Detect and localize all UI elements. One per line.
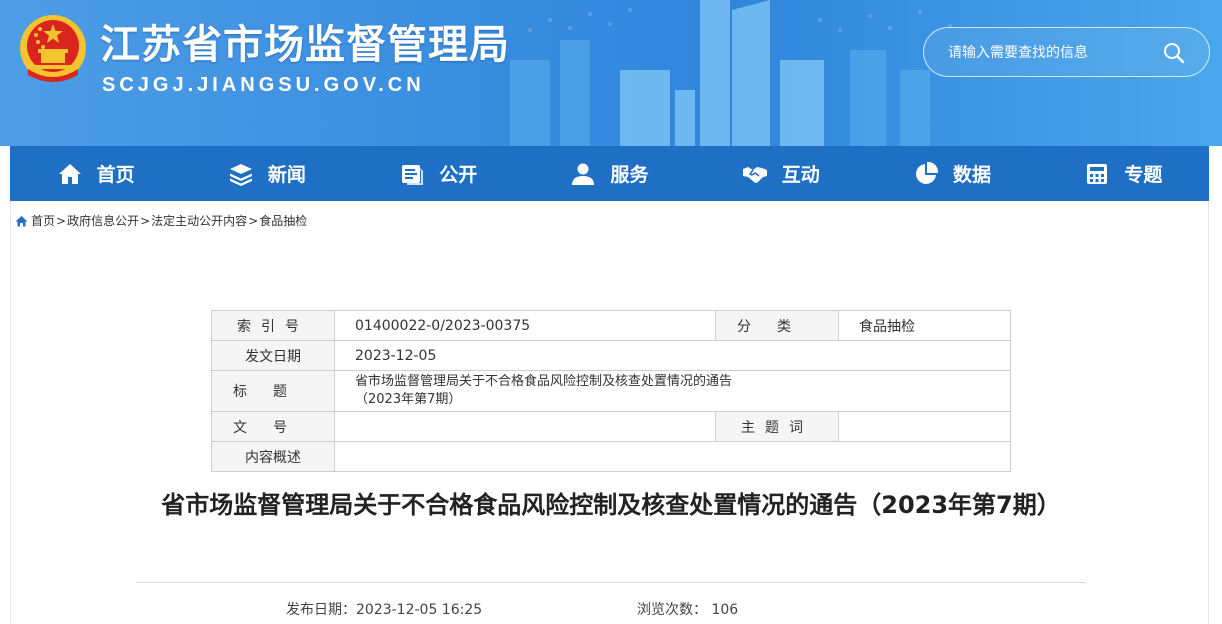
national-emblem-icon xyxy=(20,15,86,82)
content-area: 首页 > 政府信息公开 > 法定主动公开内容 > 食品抽检 索引号 014000… xyxy=(10,201,1209,624)
meta-docno-label: 文号 xyxy=(211,411,335,442)
nav-label: 公开 xyxy=(439,164,478,186)
meta-title-label: 标题 xyxy=(211,370,335,412)
layers-icon xyxy=(229,163,252,186)
publish-label: 发布日期： xyxy=(286,602,356,618)
meta-category-value: 食品抽检 xyxy=(838,310,1011,341)
meta-summary-label: 内容概述 xyxy=(211,441,335,472)
city-skyline-illustration xyxy=(510,0,952,146)
meta-keywords-label: 主题词 xyxy=(715,411,839,442)
main-nav: 首页 新闻 公开 服务 互动 数据 专题 xyxy=(10,146,1209,201)
nav-item-service[interactable]: 服务 xyxy=(524,146,695,201)
site-header: 江苏省市场监督管理局 SCJGJ.JIANGSU.GOV.CN xyxy=(0,0,1222,146)
meta-summary-value xyxy=(334,441,1011,472)
site-domain: SCJGJ.JIANGSU.GOV.CN xyxy=(102,74,425,96)
meta-index-value: 01400022-0/2023-00375 xyxy=(334,310,716,341)
nav-label: 新闻 xyxy=(267,164,306,186)
handshake-icon xyxy=(742,166,767,183)
nav-label: 首页 xyxy=(96,164,135,186)
breadcrumb-home[interactable]: 首页 xyxy=(31,212,55,229)
document-icon xyxy=(402,164,424,185)
search-icon[interactable] xyxy=(1163,42,1185,64)
breadcrumb-statutory-content[interactable]: 法定主动公开内容 xyxy=(151,212,247,229)
meta-category-label: 分类 xyxy=(715,310,839,341)
nav-label: 服务 xyxy=(610,164,649,186)
views-value: 106 xyxy=(711,602,739,618)
nav-item-data[interactable]: 数据 xyxy=(866,146,1037,201)
meta-docno-value xyxy=(334,411,716,442)
breadcrumb-gov-info[interactable]: 政府信息公开 xyxy=(67,212,139,229)
view-count: 浏览次数： 106 xyxy=(637,599,738,619)
nav-label: 互动 xyxy=(781,164,820,186)
nav-item-news[interactable]: 新闻 xyxy=(181,146,352,201)
home-icon xyxy=(15,215,28,226)
title-divider xyxy=(136,582,1086,583)
meta-title-value: 省市场监督管理局关于不合格食品风险控制及核查处置情况的通告 （2023年第7期） xyxy=(334,370,1011,412)
nav-item-topics[interactable]: 专题 xyxy=(1038,146,1209,201)
meta-date-value: 2023-12-05 xyxy=(334,340,1011,371)
search-input[interactable] xyxy=(948,41,1158,65)
meta-title-line1: 省市场监督管理局关于不合格食品风险控制及核查处置情况的通告 xyxy=(355,374,733,389)
meta-date-label: 发文日期 xyxy=(211,340,335,371)
home-icon xyxy=(58,163,81,184)
meta-index-label: 索引号 xyxy=(211,310,335,341)
nav-item-home[interactable]: 首页 xyxy=(10,146,181,201)
article-title: 省市场监督管理局关于不合格食品风险控制及核查处置情况的通告（2023年第7期） xyxy=(161,491,1061,519)
site-title: 江苏省市场监督管理局 xyxy=(100,22,510,68)
nav-item-open[interactable]: 公开 xyxy=(353,146,524,201)
user-icon xyxy=(572,163,595,185)
publish-date: 发布日期：2023-12-05 16:25 xyxy=(286,599,482,619)
pie-chart-icon xyxy=(916,161,939,184)
nav-label: 数据 xyxy=(953,164,992,186)
nav-item-interaction[interactable]: 互动 xyxy=(695,146,866,201)
meta-title-line2: （2023年第7期） xyxy=(355,392,462,407)
views-label: 浏览次数： xyxy=(637,602,707,618)
breadcrumb: 首页 > 政府信息公开 > 法定主动公开内容 > 食品抽检 xyxy=(15,212,307,229)
search-box xyxy=(923,27,1210,77)
meta-keywords-value xyxy=(838,411,1011,442)
publish-value: 2023-12-05 16:25 xyxy=(356,602,483,618)
calculator-icon xyxy=(1087,163,1108,184)
document-meta-table: 索引号 01400022-0/2023-00375 分类 食品抽检 发文日期 2… xyxy=(211,310,1011,472)
nav-label: 专题 xyxy=(1124,164,1163,186)
breadcrumb-food-sampling[interactable]: 食品抽检 xyxy=(259,212,307,229)
